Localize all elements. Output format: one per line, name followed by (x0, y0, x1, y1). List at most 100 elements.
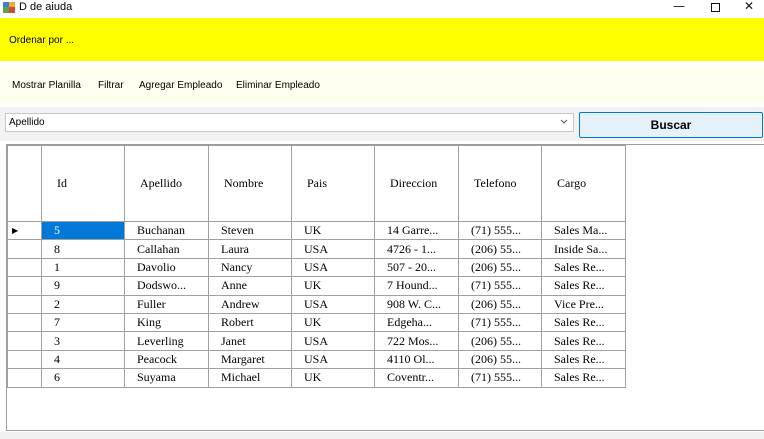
cell-pais[interactable]: UK (291, 312, 375, 333)
cell-nombre[interactable]: Janet (208, 331, 292, 351)
table-row[interactable]: 9 Dodswo... Anne UK 7 Hound... (71) 555... Sal… (7, 276, 626, 296)
cell-apellido[interactable]: Buchanan (124, 220, 209, 241)
column-header-id[interactable]: Id (41, 145, 125, 222)
cell-apellido[interactable]: Leverling (124, 331, 209, 351)
table-row[interactable]: 3 Leverling Janet USA 722 Mos... (206) 55... S… (7, 331, 626, 351)
sort-field-combobox[interactable]: Apellido (5, 113, 574, 132)
cell-pais[interactable]: USA (291, 349, 375, 370)
cell-direccion[interactable]: 14 Garre... (374, 220, 459, 241)
row-header[interactable]: ▶ (7, 220, 42, 241)
chevron-down-icon[interactable] (559, 116, 569, 128)
row-header[interactable] (7, 312, 42, 333)
cell-telefono[interactable]: (206) 55... (458, 331, 542, 351)
cell-nombre[interactable]: Laura (208, 239, 292, 259)
cell-cargo[interactable]: Sales Ma... (541, 220, 626, 241)
row-header[interactable] (7, 257, 42, 278)
table-row[interactable]: 8 Callahan Laura USA 4726 - 1... (206) 55... I… (7, 239, 626, 259)
cell-cargo[interactable]: Sales Re... (541, 312, 626, 333)
cell-apellido[interactable]: Callahan (124, 239, 209, 259)
cell-nombre[interactable]: Steven (208, 220, 292, 241)
cell-pais[interactable]: USA (291, 331, 375, 351)
cell-cargo[interactable]: Sales Re... (541, 276, 626, 296)
cell-pais[interactable]: USA (291, 239, 375, 259)
row-header[interactable] (7, 331, 42, 351)
close-button[interactable]: ✕ (732, 0, 764, 17)
table-row[interactable]: 6 Suyama Michael UK Coventr... (71) 555... Sal… (7, 368, 626, 388)
employees-grid[interactable]: Id Apellido Nombre Pais Direccion Telefo… (6, 144, 764, 431)
cell-cargo[interactable]: Vice Pre... (541, 294, 626, 314)
cell-id[interactable]: 9 (41, 276, 125, 296)
cell-id[interactable]: 5 (41, 220, 125, 241)
row-header[interactable] (7, 276, 42, 296)
cell-apellido[interactable]: Dodswo... (124, 276, 209, 296)
maximize-button[interactable] (698, 0, 732, 17)
menu-item-agregar-empleado[interactable]: Agregar Empleado (138, 80, 223, 91)
table-row[interactable]: ▶ 5 Buchanan Steven UK 14 Garre... (71) 555...… (7, 220, 626, 241)
cell-direccion[interactable]: 908 W. C... (374, 294, 459, 314)
cell-pais[interactable]: UK (291, 368, 375, 388)
cell-nombre[interactable]: Nancy (208, 257, 292, 278)
search-button[interactable]: Buscar (579, 112, 763, 138)
cell-telefono[interactable]: (71) 555... (458, 368, 542, 388)
cell-direccion[interactable]: 507 - 20... (374, 257, 459, 278)
cell-telefono[interactable]: (71) 555... (458, 276, 542, 296)
cell-telefono[interactable]: (206) 55... (458, 349, 542, 370)
cell-id[interactable]: 1 (41, 257, 125, 278)
cell-nombre[interactable]: Margaret (208, 349, 292, 370)
cell-direccion[interactable]: Coventr... (374, 368, 459, 388)
cell-direccion[interactable]: 722 Mos... (374, 331, 459, 351)
cell-id[interactable]: 7 (41, 312, 125, 333)
cell-id[interactable]: 4 (41, 349, 125, 370)
column-header-telefono[interactable]: Telefono (458, 145, 542, 222)
cell-id[interactable]: 2 (41, 294, 125, 314)
table-row[interactable]: 4 Peacock Margaret USA 4110 Ol... (206) 55...… (7, 349, 626, 370)
cell-apellido[interactable]: Davolio (124, 257, 209, 278)
cell-nombre[interactable]: Anne (208, 276, 292, 296)
cell-id[interactable]: 6 (41, 368, 125, 388)
row-header[interactable] (7, 294, 42, 314)
menu-item-mostrar-planilla[interactable]: Mostrar Planilla (11, 80, 82, 91)
cell-cargo[interactable]: Inside Sa... (541, 239, 626, 259)
cell-pais[interactable]: USA (291, 257, 375, 278)
cell-cargo[interactable]: Sales Re... (541, 368, 626, 388)
cell-nombre[interactable]: Robert (208, 312, 292, 333)
table-row[interactable]: 7 King Robert UK Edgeha... (71) 555... Sales R… (7, 312, 626, 333)
row-header[interactable] (7, 368, 42, 388)
cell-telefono[interactable]: (206) 55... (458, 294, 542, 314)
cell-pais[interactable]: UK (291, 276, 375, 296)
cell-cargo[interactable]: Sales Re... (541, 349, 626, 370)
minimize-button[interactable]: — (662, 0, 696, 17)
column-header-nombre[interactable]: Nombre (208, 145, 292, 222)
table-row[interactable]: 2 Fuller Andrew USA 908 W. C... (206) 55... Vi… (7, 294, 626, 314)
cell-pais[interactable]: USA (291, 294, 375, 314)
menu-item-filtrar[interactable]: Filtrar (97, 80, 125, 91)
cell-telefono[interactable]: (71) 555... (458, 312, 542, 333)
cell-nombre[interactable]: Michael (208, 368, 292, 388)
row-header[interactable] (7, 239, 42, 259)
column-header-pais[interactable]: Pais (291, 145, 375, 222)
cell-cargo[interactable]: Sales Re... (541, 257, 626, 278)
cell-apellido[interactable]: Fuller (124, 294, 209, 314)
table-row[interactable]: 1 Davolio Nancy USA 507 - 20... (206) 55... Sa… (7, 257, 626, 278)
cell-apellido[interactable]: Suyama (124, 368, 209, 388)
menu-item-eliminar-empleado[interactable]: Eliminar Empleado (235, 80, 321, 91)
cell-telefono[interactable]: (206) 55... (458, 239, 542, 259)
cell-telefono[interactable]: (71) 555... (458, 220, 542, 241)
cell-id[interactable]: 3 (41, 331, 125, 351)
row-header[interactable] (7, 349, 42, 370)
cell-telefono[interactable]: (206) 55... (458, 257, 542, 278)
current-row-indicator-icon: ▶ (12, 226, 19, 236)
cell-pais[interactable]: UK (291, 220, 375, 241)
column-header-apellido[interactable]: Apellido (124, 145, 209, 222)
cell-nombre[interactable]: Andrew (208, 294, 292, 314)
cell-id[interactable]: 8 (41, 239, 125, 259)
column-header-direccion[interactable]: Direccion (374, 145, 459, 222)
cell-apellido[interactable]: King (124, 312, 209, 333)
cell-direccion[interactable]: 4110 Ol... (374, 349, 459, 370)
cell-apellido[interactable]: Peacock (124, 349, 209, 370)
cell-direccion[interactable]: Edgeha... (374, 312, 459, 333)
column-header-cargo[interactable]: Cargo (541, 145, 626, 222)
cell-direccion[interactable]: 4726 - 1... (374, 239, 459, 259)
cell-cargo[interactable]: Sales Re... (541, 331, 626, 351)
cell-direccion[interactable]: 7 Hound... (374, 276, 459, 296)
